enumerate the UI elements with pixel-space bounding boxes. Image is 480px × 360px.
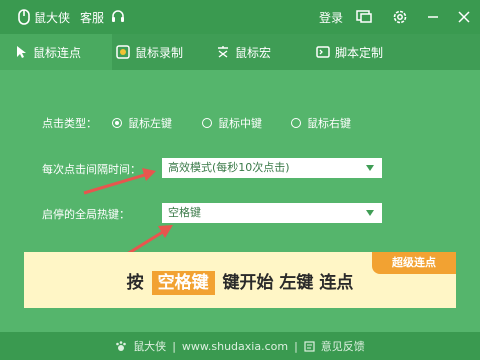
hint-banner: 按 空格键 键开始 左键 连点 超级连点 <box>24 252 456 308</box>
banner-part: 连点 <box>319 273 354 293</box>
banner-key: 空格键 <box>151 271 215 295</box>
footer-brand[interactable]: 鼠大侠 <box>133 338 166 354</box>
footer: 鼠大侠 | www.shudaxia.com | 意见反馈 <box>0 332 480 360</box>
feedback-link[interactable]: 意见反馈 <box>321 338 365 354</box>
banner-part: 左键 <box>279 273 314 293</box>
arrow-icon <box>83 168 156 195</box>
paw-icon <box>116 341 126 351</box>
super-click-badge: 超级连点 <box>372 252 456 274</box>
banner-part: 按 <box>126 273 144 293</box>
footer-url[interactable]: www.shudaxia.com <box>182 340 288 353</box>
divider: | <box>172 339 176 353</box>
feedback-icon <box>304 340 315 352</box>
banner-part: 键开始 <box>222 273 274 293</box>
divider: | <box>294 339 298 353</box>
